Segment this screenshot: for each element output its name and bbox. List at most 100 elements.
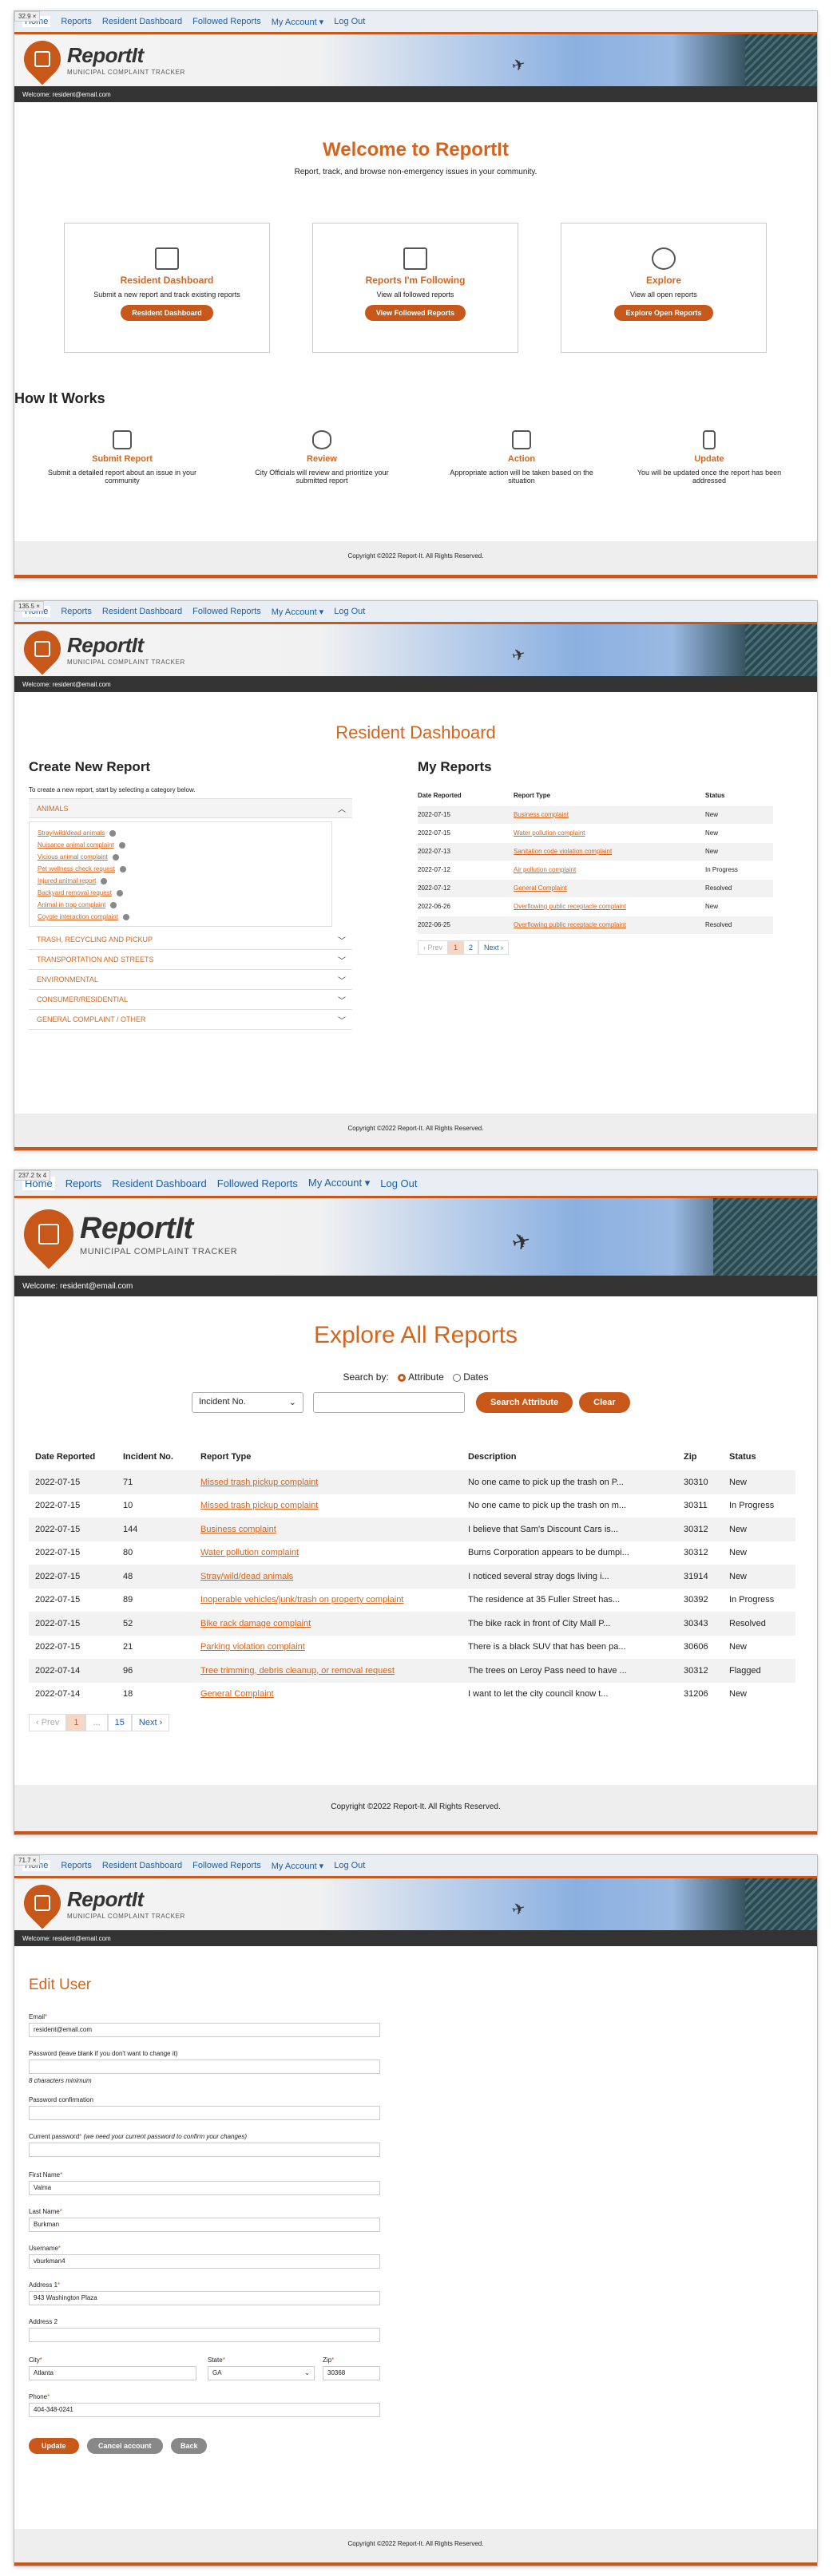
nav-followed-reports[interactable]: Followed Reports (192, 607, 261, 616)
nav-resident-dashboard[interactable]: Resident Dashboard (102, 17, 182, 26)
explore-open-reports-button[interactable]: Explore Open Reports (614, 305, 713, 321)
category-environmental[interactable]: ENVIRONMENTAL ﹀ (29, 970, 352, 990)
report-link[interactable]: Water pollution complaint (514, 829, 585, 837)
report-link[interactable]: Water pollution complaint (200, 1548, 299, 1557)
subcategory-link[interactable]: Injured animal report (30, 875, 331, 887)
radio-dates[interactable] (453, 1373, 462, 1382)
attribute-select[interactable]: Incident No. ⌄ (192, 1392, 303, 1413)
address1-field[interactable]: 943 Washington Plaza (29, 2291, 380, 2305)
nav-followed-reports[interactable]: Followed Reports (192, 17, 261, 26)
info-icon[interactable] (119, 865, 126, 873)
radio-attribute[interactable] (398, 1373, 407, 1382)
nav-my-account[interactable]: My Account ▾ (272, 1861, 323, 1871)
subcategory-link[interactable]: Backyard removal request (30, 887, 331, 899)
page-2[interactable]: 2 (463, 940, 479, 955)
username-field[interactable]: vburkman4 (29, 2254, 380, 2269)
nav-log-out[interactable]: Log Out (380, 1177, 417, 1189)
nav-resident-dashboard[interactable]: Resident Dashboard (102, 1861, 182, 1870)
next-page[interactable]: Next › (478, 940, 510, 955)
category-general[interactable]: GENERAL COMPLAINT / OTHER ﹀ (29, 1010, 352, 1030)
page-1[interactable]: 1 (448, 940, 464, 955)
report-link[interactable]: Missed trash pickup complaint (200, 1501, 318, 1510)
subcategory-link[interactable]: Vicious animal complaint (30, 851, 331, 863)
category-consumer[interactable]: CONSUMER/RESIDENTIAL ﹀ (29, 990, 352, 1010)
report-link[interactable]: Business complaint (514, 811, 569, 818)
col-date: Date Reported (418, 792, 462, 800)
info-icon[interactable] (110, 901, 117, 908)
logo[interactable]: ReportIt MUNICIPAL COMPLAINT TRACKER (16, 623, 185, 675)
info-icon[interactable] (109, 829, 117, 837)
nav-reports[interactable]: Reports (61, 607, 92, 616)
next-page[interactable]: Next › (131, 1714, 170, 1731)
nav-my-account[interactable]: My Account ▾ (308, 1177, 370, 1189)
nav-reports[interactable]: Reports (61, 1861, 92, 1870)
nav-followed-reports[interactable]: Followed Reports (217, 1177, 298, 1189)
report-link[interactable]: Missed trash pickup complaint (200, 1478, 318, 1487)
prev-page[interactable]: ‹ Prev (29, 1714, 67, 1731)
email-field[interactable]: resident@email.com (29, 2023, 380, 2037)
clear-button[interactable]: Clear (579, 1392, 630, 1413)
subcategory-link[interactable]: Coyote interaction complaint (30, 911, 331, 923)
nav-reports[interactable]: Reports (61, 17, 92, 26)
info-icon[interactable] (101, 877, 108, 884)
state-select[interactable]: GA ⌄ (208, 2366, 315, 2380)
nav-log-out[interactable]: Log Out (334, 17, 365, 26)
subcategory-link[interactable]: Animal in trap complaint (30, 899, 331, 911)
report-link[interactable]: Overflowing public receptacle complaint (514, 921, 626, 928)
nav-followed-reports[interactable]: Followed Reports (192, 1861, 261, 1870)
current-password-field[interactable] (29, 2143, 380, 2157)
back-button[interactable]: Back (170, 2438, 208, 2454)
first-name-field[interactable]: Valma (29, 2181, 380, 2195)
address2-field[interactable] (29, 2328, 380, 2342)
zip-field[interactable]: 30368 (323, 2366, 380, 2380)
resident-dashboard-button[interactable]: Resident Dashboard (121, 305, 213, 321)
info-icon[interactable] (122, 913, 129, 920)
report-link[interactable]: Bike rack damage complaint (200, 1619, 311, 1628)
nav-my-account[interactable]: My Account ▾ (272, 607, 323, 617)
cancel-account-button[interactable]: Cancel account (86, 2438, 163, 2454)
page-15[interactable]: 15 (107, 1714, 132, 1731)
update-button[interactable]: Update (29, 2438, 79, 2454)
logo[interactable]: ReportIt MUNICIPAL COMPLAINT TRACKER (16, 33, 185, 85)
page-1[interactable]: 1 (66, 1714, 86, 1731)
search-input[interactable] (313, 1392, 465, 1413)
cell-zip: 30312 (677, 1518, 723, 1541)
report-link[interactable]: Air pollution complaint (514, 866, 576, 873)
nav-resident-dashboard[interactable]: Resident Dashboard (102, 607, 182, 616)
info-icon[interactable] (112, 853, 119, 861)
search-attribute-button[interactable]: Search Attribute (476, 1392, 573, 1413)
nav-reports[interactable]: Reports (65, 1177, 102, 1189)
subcategory-link[interactable]: Stray/wild/dead animals (30, 827, 331, 839)
phone-field[interactable]: 404-348-0241 (29, 2403, 380, 2417)
last-name-field[interactable]: Burkman (29, 2218, 380, 2232)
report-link[interactable]: Business complaint (200, 1525, 276, 1534)
nav-log-out[interactable]: Log Out (334, 607, 365, 616)
category-trash[interactable]: TRASH, RECYCLING AND PICKUP ﹀ (29, 930, 352, 950)
city-field[interactable]: Atlanta (29, 2366, 196, 2380)
nav-resident-dashboard[interactable]: Resident Dashboard (112, 1177, 207, 1189)
category-transportation[interactable]: TRANSPORTATION AND STREETS ﹀ (29, 950, 352, 970)
nav-log-out[interactable]: Log Out (334, 1861, 365, 1870)
report-link[interactable]: Inoperable vehicles/junk/trash on proper… (200, 1595, 403, 1605)
report-link[interactable]: Stray/wild/dead animals (200, 1572, 293, 1581)
subcategory-link[interactable]: Nuisance animal complaint (30, 839, 331, 851)
category-animals[interactable]: ANIMALS ︿ (29, 798, 352, 818)
report-link[interactable]: Parking violation complaint (200, 1642, 305, 1652)
nav-my-account[interactable]: My Account ▾ (272, 17, 323, 27)
logo[interactable]: ReportIt MUNICIPAL COMPLAINT TRACKER (16, 1877, 185, 1929)
info-icon[interactable] (116, 889, 123, 896)
report-link[interactable]: General Complaint (514, 884, 567, 892)
logo[interactable]: ReportIt MUNICIPAL COMPLAINT TRACKER (14, 1199, 237, 1269)
cell-status: Resolved (723, 1612, 795, 1636)
report-link[interactable]: Overflowing public receptacle complaint (514, 903, 626, 910)
password-field[interactable] (29, 2060, 380, 2074)
report-link[interactable]: General Complaint (200, 1689, 274, 1699)
info-icon[interactable] (118, 841, 125, 849)
report-link[interactable]: Sanitation code violation complaint (514, 848, 612, 855)
subcategory-link[interactable]: Pet wellness check request (30, 863, 331, 875)
password-confirmation-field[interactable] (29, 2106, 380, 2120)
report-link[interactable]: Tree trimming, debris cleanup, or remova… (200, 1666, 395, 1676)
step-action: Action Appropriate action will be taken … (442, 430, 601, 485)
prev-page[interactable]: ‹ Prev (418, 940, 449, 955)
view-followed-reports-button[interactable]: View Followed Reports (364, 305, 466, 321)
